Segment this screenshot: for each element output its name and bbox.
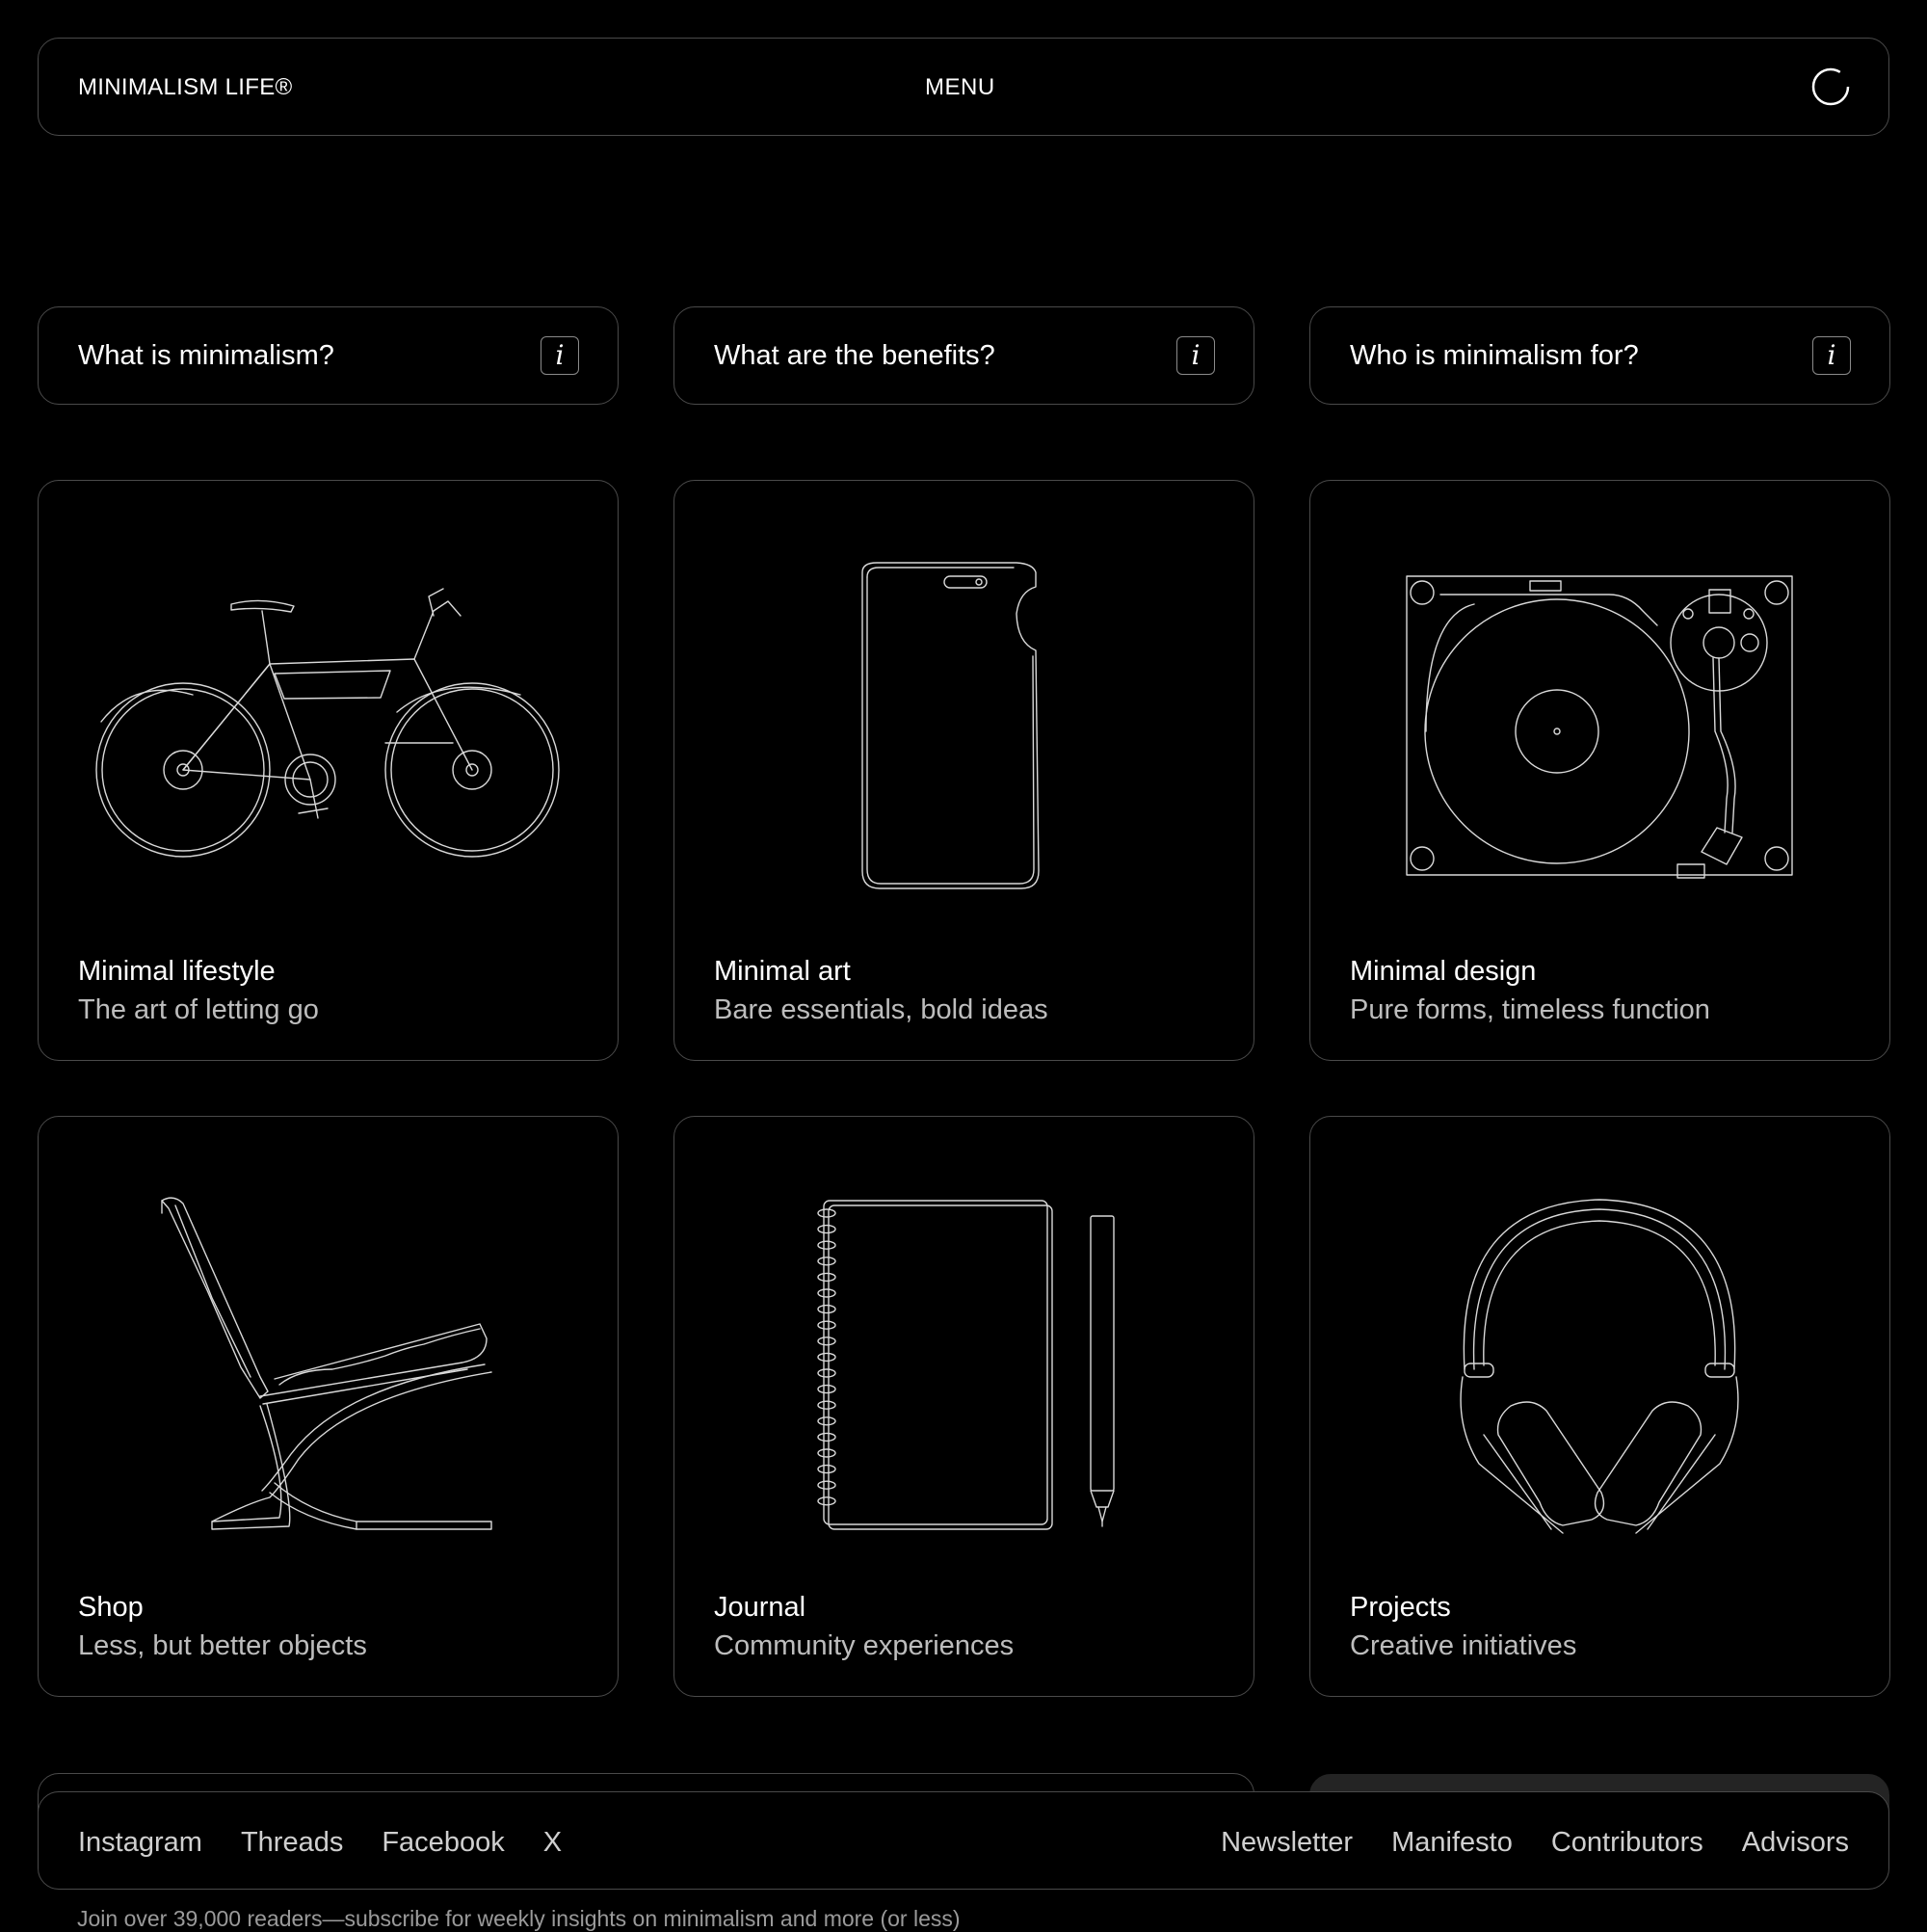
card-subtitle: Bare essentials, bold ideas — [714, 994, 1048, 1025]
footer-link-facebook[interactable]: Facebook — [382, 1827, 504, 1859]
site-header: MINIMALISM LIFE® MENU — [38, 38, 1889, 136]
info-icon[interactable]: i — [541, 336, 579, 375]
loading-ring-icon — [1811, 67, 1850, 106]
card-minimal-design[interactable]: Minimal design Pure forms, timeless func… — [1309, 480, 1890, 1061]
card-subtitle: Creative initiatives — [1350, 1630, 1577, 1661]
footer-link-threads[interactable]: Threads — [241, 1827, 343, 1859]
footer-link-x[interactable]: X — [543, 1827, 562, 1859]
headphones-illustration — [1460, 1199, 1739, 1534]
smartphone-illustration — [861, 562, 1040, 889]
bicycle-illustration — [95, 588, 560, 858]
faq-what-is-minimalism[interactable]: What is minimalism? i — [38, 306, 619, 405]
card-shop[interactable]: Shop Less, but better objects — [38, 1116, 619, 1697]
card-subtitle: Less, but better objects — [78, 1630, 367, 1661]
card-subtitle: The art of letting go — [78, 994, 319, 1025]
footer-link-manifesto[interactable]: Manifesto — [1391, 1827, 1513, 1859]
menu-button[interactable]: MENU — [925, 74, 995, 101]
turntable-illustration — [1406, 575, 1793, 879]
notebook-and-pen-illustration — [817, 1200, 1115, 1530]
card-title: Shop — [78, 1592, 144, 1623]
footer-link-newsletter[interactable]: Newsletter — [1221, 1827, 1353, 1859]
faq-what-are-the-benefits[interactable]: What are the benefits? i — [673, 306, 1254, 405]
footer-link-contributors[interactable]: Contributors — [1551, 1827, 1703, 1859]
footer-link-instagram[interactable]: Instagram — [78, 1827, 202, 1859]
newsletter-tagline: Join over 39,000 readers—subscribe for w… — [77, 1906, 961, 1931]
card-title: Minimal lifestyle — [78, 956, 276, 987]
lounge-chair-illustration — [161, 1197, 492, 1530]
faq-label: What are the benefits? — [714, 340, 995, 371]
footer-link-advisors[interactable]: Advisors — [1742, 1827, 1849, 1859]
info-icon[interactable]: i — [1812, 336, 1851, 375]
faq-label: What is minimalism? — [78, 340, 334, 371]
faq-who-is-minimalism-for[interactable]: Who is minimalism for? i — [1309, 306, 1890, 405]
card-title: Projects — [1350, 1592, 1451, 1623]
card-title: Minimal art — [714, 956, 851, 987]
brand-logo[interactable]: MINIMALISM LIFE® — [78, 74, 293, 101]
info-icon[interactable]: i — [1176, 336, 1215, 375]
card-subtitle: Community experiences — [714, 1630, 1015, 1661]
card-journal[interactable]: Journal Community experiences — [673, 1116, 1254, 1697]
card-subtitle: Pure forms, timeless function — [1350, 994, 1710, 1025]
site-links: Newsletter Manifesto Contributors Adviso… — [1221, 1827, 1849, 1859]
site-footer: Instagram Threads Facebook X Newsletter … — [38, 1791, 1889, 1890]
faq-label: Who is minimalism for? — [1350, 340, 1639, 371]
card-title: Minimal design — [1350, 956, 1537, 987]
card-minimal-art[interactable]: Minimal art Bare essentials, bold ideas — [673, 480, 1254, 1061]
card-title: Journal — [714, 1592, 806, 1623]
social-links: Instagram Threads Facebook X — [78, 1827, 562, 1859]
card-minimal-lifestyle[interactable]: Minimal lifestyle The art of letting go — [38, 480, 619, 1061]
card-projects[interactable]: Projects Creative initiatives — [1309, 1116, 1890, 1697]
